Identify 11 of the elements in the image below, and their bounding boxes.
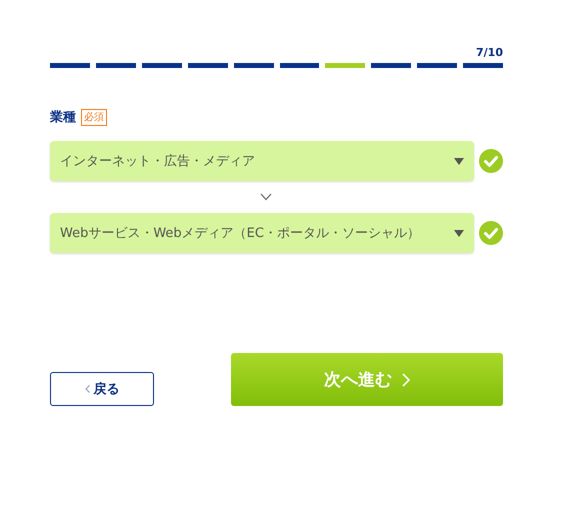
chevron-down-icon: [260, 193, 272, 201]
chevron-right-icon: [402, 372, 410, 386]
step-counter: 7/10: [475, 45, 503, 60]
back-button[interactable]: 戻る: [50, 372, 154, 406]
required-badge: 必須: [81, 108, 107, 126]
field-label: 業種: [50, 109, 76, 126]
dropdown-select[interactable]: Webサービス・Webメディア（EC・ポータル・ソーシャル）: [50, 213, 474, 253]
caret-icon: [454, 230, 464, 236]
caret-icon: [454, 158, 464, 164]
chevron-left-icon: [84, 385, 90, 393]
dropdown-select[interactable]: インターネット・広告・メディア: [50, 141, 474, 181]
